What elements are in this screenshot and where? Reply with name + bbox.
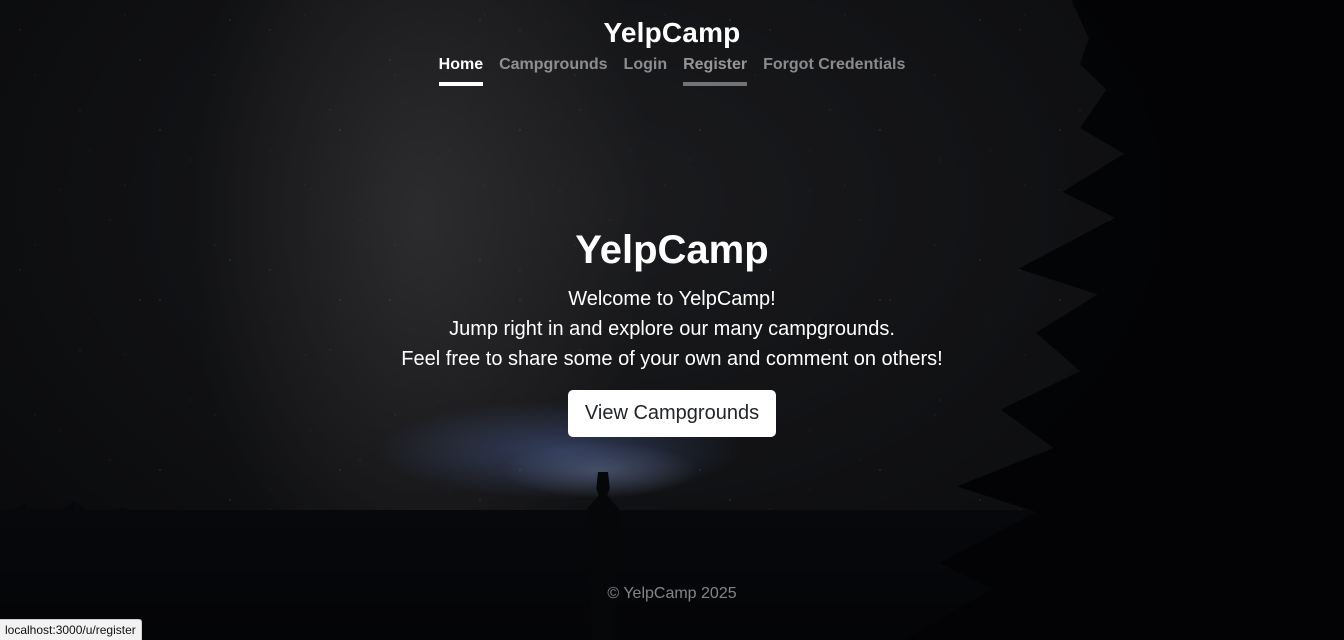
hero-share-text: Feel free to share some of your own and …: [401, 348, 943, 370]
nav-link-login[interactable]: Login: [624, 56, 668, 86]
brand-title: YelpCamp: [603, 17, 741, 48]
main-nav: Home Campgrounds Login Register Forgot C…: [438, 56, 905, 86]
site-footer: © YelpCamp 2025: [607, 585, 737, 602]
hero-welcome-text: Welcome to YelpCamp!: [568, 288, 776, 310]
nav-link-campgrounds[interactable]: Campgrounds: [499, 56, 607, 86]
hero-section: YelpCamp Welcome to YelpCamp! Jump right…: [401, 226, 943, 437]
nav-link-forgot-credentials[interactable]: Forgot Credentials: [763, 56, 905, 86]
hero-title: YelpCamp: [575, 228, 769, 272]
nav-link-register[interactable]: Register: [683, 56, 748, 86]
site-header: YelpCamp Home Campgrounds Login Register…: [438, 16, 905, 86]
page-container: YelpCamp Home Campgrounds Login Register…: [0, 0, 1344, 640]
browser-status-bar-url: localhost:3000/u/register: [0, 619, 142, 640]
nav-link-home[interactable]: Home: [438, 56, 484, 86]
hero-explore-text: Jump right in and explore our many campg…: [449, 318, 895, 340]
view-campgrounds-button[interactable]: View Campgrounds: [567, 390, 777, 437]
